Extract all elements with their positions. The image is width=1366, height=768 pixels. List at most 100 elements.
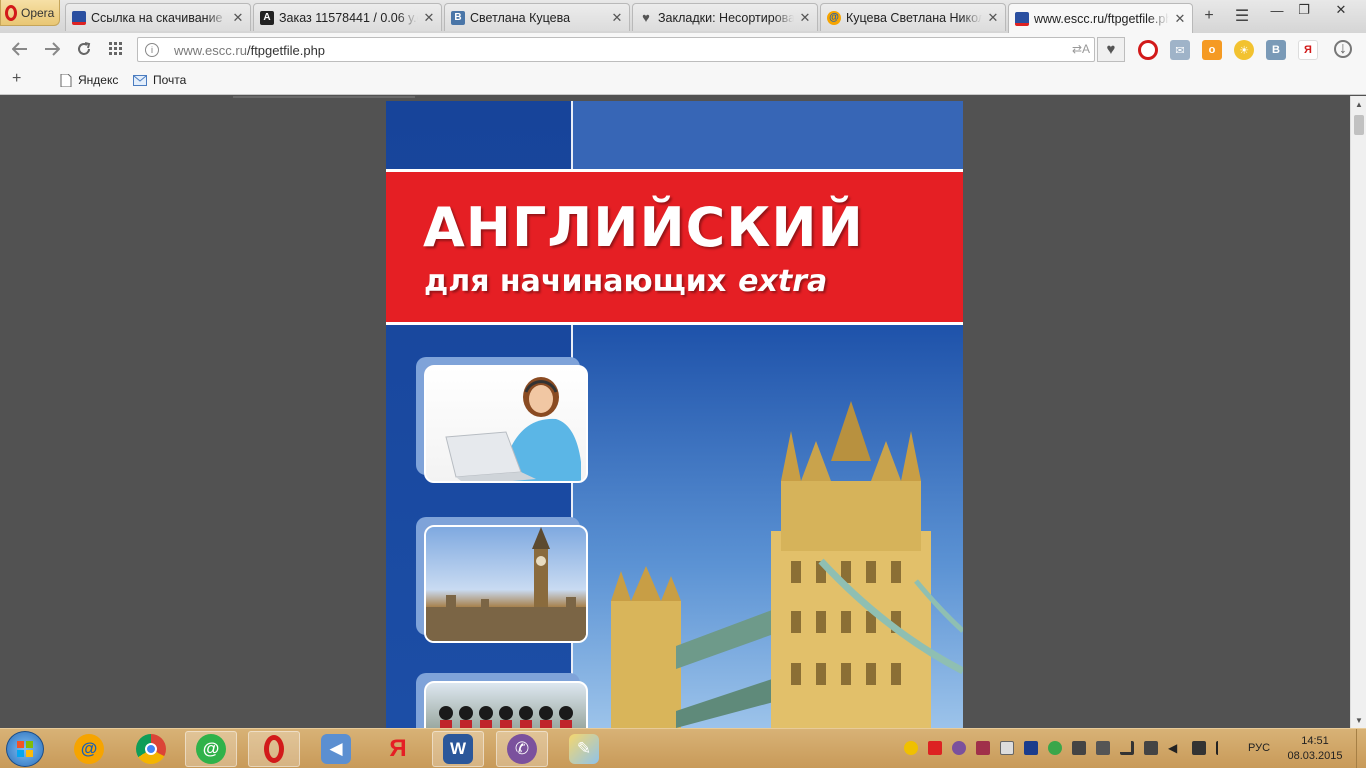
- address-text[interactable]: www.escc.ru/ftpgetfile.php: [174, 43, 325, 58]
- new-tab-button[interactable]: +: [1197, 6, 1221, 26]
- taskbar-volume-app[interactable]: ◀: [310, 731, 362, 767]
- close-tab-icon[interactable]: ✕: [799, 10, 811, 26]
- download-icon[interactable]: ↓: [1334, 40, 1352, 58]
- adblock-extension-icon[interactable]: [1138, 40, 1158, 60]
- cover-subtitle-text: для начинающих: [424, 264, 727, 299]
- bookmark-label: Почта: [153, 73, 187, 87]
- language-indicator[interactable]: РУС: [1248, 742, 1270, 754]
- chrome-icon: [136, 734, 166, 764]
- tray-keyboard-layout-icon[interactable]: [1024, 741, 1038, 755]
- address-bar[interactable]: i www.escc.ru/ftpgetfile.php ⇄A: [137, 37, 1095, 62]
- show-desktop-button[interactable]: [1356, 729, 1366, 768]
- bookmark-yandex[interactable]: Яндекс: [60, 73, 118, 87]
- tray-viber-icon[interactable]: [952, 741, 966, 755]
- photo-royal-guards: [424, 681, 588, 728]
- mail-agent-green-icon: @: [196, 734, 226, 764]
- translate-icon[interactable]: ⇄A: [1072, 42, 1090, 56]
- back-button[interactable]: [8, 39, 32, 59]
- taskbar-chrome[interactable]: [125, 731, 177, 767]
- site-info-icon[interactable]: i: [145, 43, 159, 57]
- close-tab-icon[interactable]: ✕: [232, 10, 244, 26]
- tray-app-icon[interactable]: [904, 741, 918, 755]
- scroll-thumb[interactable]: [1354, 115, 1364, 135]
- minimize-icon[interactable]: —: [1262, 0, 1292, 20]
- reload-button[interactable]: [72, 39, 96, 59]
- cover-top-band: [573, 101, 963, 169]
- yandex-extension-icon[interactable]: Я: [1298, 40, 1318, 60]
- odnoklassniki-extension-icon[interactable]: o: [1202, 40, 1222, 60]
- tray-mail-icon[interactable]: [1000, 741, 1014, 755]
- speed-dial-button[interactable]: [104, 39, 128, 59]
- tray-security-check-icon[interactable]: [1048, 741, 1062, 755]
- grid-icon: [109, 42, 122, 55]
- bookmark-heart-button[interactable]: ♥: [1097, 37, 1125, 62]
- close-tab-icon[interactable]: ✕: [1174, 11, 1186, 27]
- weather-extension-icon[interactable]: ☀: [1234, 40, 1254, 60]
- vertical-scrollbar[interactable]: ▲ ▼: [1350, 96, 1366, 728]
- restore-icon[interactable]: ❐: [1292, 0, 1316, 20]
- bookmark-label: Яндекс: [78, 73, 119, 87]
- navigation-bar: i www.escc.ru/ftpgetfile.php ⇄A ♥ ✉ o ☀ …: [0, 33, 1366, 66]
- tab-bookmarks[interactable]: ♥ Закладки: Несортирован ✕: [632, 3, 818, 31]
- scroll-down-icon[interactable]: ▼: [1351, 712, 1366, 728]
- vk-favicon: B: [451, 10, 465, 25]
- tray-display-icon[interactable]: [1192, 741, 1206, 755]
- clock-time: 14:51: [1301, 735, 1329, 747]
- tab-order[interactable]: A Заказ 11578441 / 0.06 у.е. ✕: [253, 3, 442, 31]
- yandex-icon: Я: [389, 735, 407, 762]
- mail-checker-extension-icon[interactable]: ✉: [1170, 40, 1190, 60]
- clock-date: 08.03.2015: [1287, 750, 1343, 762]
- taskbar-mail-agent[interactable]: @: [63, 731, 115, 767]
- clock[interactable]: 14:51 08.03.2015: [1286, 734, 1344, 764]
- escc-favicon: [72, 10, 86, 25]
- reload-icon: [78, 42, 91, 55]
- tab-escc-download[interactable]: Ссылка на скачивание п ✕: [65, 3, 251, 31]
- opera-icon: [259, 734, 289, 764]
- tower-bridge-illustration: [611, 401, 963, 728]
- tab-escc-active[interactable]: www.escc.ru/ftpgetfile.ph ✕: [1008, 3, 1193, 33]
- author24-favicon: A: [260, 10, 274, 25]
- bookmark-mail[interactable]: Почта: [133, 73, 186, 87]
- tray-signal-icon[interactable]: [1120, 741, 1134, 755]
- taskbar-viber[interactable]: ✆: [496, 731, 548, 767]
- taskbar-opera[interactable]: [248, 731, 300, 767]
- vk-extension-icon[interactable]: B: [1266, 40, 1286, 60]
- tray-flag-icon[interactable]: [1216, 741, 1230, 755]
- taskbar-agent-green[interactable]: @: [185, 731, 237, 767]
- tab-vk-profile[interactable]: B Светлана Куцева ✕: [444, 3, 630, 31]
- tab-mail[interactable]: @ Куцева Светлана Никол ✕: [820, 3, 1006, 31]
- opera-menu-button[interactable]: Opera: [0, 0, 60, 26]
- tray-battery-icon[interactable]: [1144, 741, 1158, 755]
- bookmarks-bar: + Яндекс Почта: [0, 66, 1366, 95]
- escc-favicon: [1015, 11, 1029, 26]
- book-cover-image: АНГЛИЙСКИЙ для начинающих extra: [386, 101, 963, 728]
- viber-icon: ✆: [507, 734, 537, 764]
- close-tab-icon[interactable]: ✕: [423, 10, 435, 26]
- tray-network-icon[interactable]: [1096, 741, 1110, 755]
- close-tab-icon[interactable]: ✕: [987, 10, 999, 26]
- url-domain: www.escc.ru: [174, 43, 247, 58]
- tab-menu-icon[interactable]: ☰: [1230, 6, 1254, 26]
- forward-button[interactable]: [40, 39, 64, 59]
- opera-logo-icon: [5, 4, 17, 21]
- cover-subtitle: для начинающих extra: [424, 264, 827, 299]
- close-tab-icon[interactable]: ✕: [611, 10, 623, 26]
- tray-monitor-icon[interactable]: [1072, 741, 1086, 755]
- tray-antivirus-icon[interactable]: [928, 741, 942, 755]
- arrow-left-icon: [12, 42, 27, 56]
- mail-agent-icon: @: [74, 734, 104, 764]
- scroll-up-icon[interactable]: ▲: [1351, 96, 1366, 112]
- tab-bar: Opera Ссылка на скачивание п ✕ A Заказ 1…: [0, 0, 1366, 33]
- taskbar-paint[interactable]: ✎: [558, 731, 610, 767]
- taskbar-word[interactable]: W: [432, 731, 484, 767]
- taskbar-yandex[interactable]: Я: [372, 731, 424, 767]
- volume-app-icon: ◀: [321, 734, 351, 764]
- start-button[interactable]: [6, 731, 44, 767]
- arrow-right-icon: [45, 42, 60, 56]
- tray-shield-icon[interactable]: [976, 741, 990, 755]
- add-bookmark-button[interactable]: +: [12, 70, 21, 88]
- close-window-icon[interactable]: ✕: [1318, 0, 1364, 20]
- url-path: /ftpgetfile.php: [246, 43, 326, 58]
- mail-icon: [133, 74, 147, 86]
- tray-volume-icon[interactable]: ◀: [1168, 741, 1182, 755]
